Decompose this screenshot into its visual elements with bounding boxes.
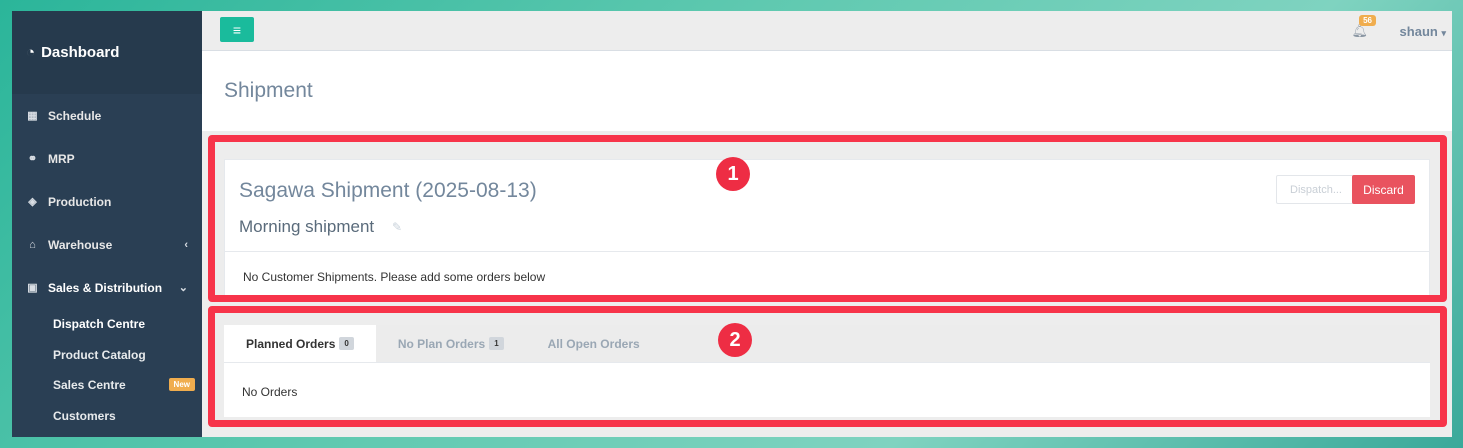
menu-toggle-button[interactable]: ≡ [220, 17, 254, 42]
submenu-item-customers[interactable]: Customers [53, 401, 202, 432]
user-menu[interactable]: shaun ▾ [1400, 24, 1446, 39]
sidebar-item-warehouse[interactable]: ⌂ Warehouse ‹ [12, 223, 202, 266]
chevron-down-icon: ⌄ [178, 282, 188, 294]
sidebar-item-label: Sales & Distribution [48, 280, 163, 295]
sidebar-item-production[interactable]: ◈ Production [12, 180, 202, 223]
money-icon: ▣ [27, 282, 38, 294]
cubes-icon: ⚭ [27, 153, 38, 165]
warehouse-icon: ⌂ [29, 238, 36, 251]
annotation-box-2 [208, 306, 1447, 427]
submenu-item-sales-centre[interactable]: Sales Centre New [53, 370, 202, 401]
submenu-item-product-catalog[interactable]: Product Catalog [53, 340, 202, 371]
sidebar-item-label: MRP [48, 151, 75, 166]
sidebar-item-label: Production [48, 194, 112, 209]
sidebar-item-label: Schedule [48, 108, 102, 123]
chevron-left-icon: ‹ [184, 238, 188, 251]
page-title: Shipment [224, 79, 313, 102]
top-bar: ≡ 🔔︎ 56 shaun ▾ [202, 11, 1452, 51]
sidebar-item-mrp[interactable]: ⚭ MRP [12, 137, 202, 180]
sidebar-item-sales-distribution[interactable]: ▣ Sales & Distribution ⌄ [12, 266, 202, 309]
submenu-item-label: Sales Centre [53, 378, 126, 393]
grid-icon: ▦ [27, 110, 38, 122]
submenu-item-label: Customers [53, 408, 116, 423]
sidebar-submenu: Dispatch Centre Product Catalog Sales Ce… [12, 309, 202, 431]
annotation-box-1 [208, 135, 1447, 302]
dashboard-icon: ◔ [26, 44, 36, 61]
sidebar-brand[interactable]: ◔ Dashboard [12, 11, 202, 94]
annotation-marker-1: 1 [716, 157, 750, 191]
brand-label: Dashboard [41, 44, 120, 61]
cube-icon: ◈ [28, 196, 37, 208]
sidebar: ◔ Dashboard ▦ Schedule ⚭ MRP ◈ Productio… [12, 11, 202, 437]
caret-down-icon: ▾ [1441, 28, 1446, 38]
submenu-item-label: Dispatch Centre [53, 317, 146, 332]
submenu-item-label: Product Catalog [53, 347, 146, 362]
hamburger-icon: ≡ [232, 21, 242, 38]
submenu-item-dispatch-centre[interactable]: Dispatch Centre [53, 309, 202, 340]
notification-count-badge: 56 [1359, 15, 1376, 26]
user-name: shaun [1399, 24, 1438, 39]
sidebar-item-label: Warehouse [48, 237, 113, 252]
sidebar-item-schedule[interactable]: ▦ Schedule [12, 94, 202, 137]
annotation-marker-2: 2 [718, 323, 752, 357]
new-badge: New [168, 378, 195, 391]
